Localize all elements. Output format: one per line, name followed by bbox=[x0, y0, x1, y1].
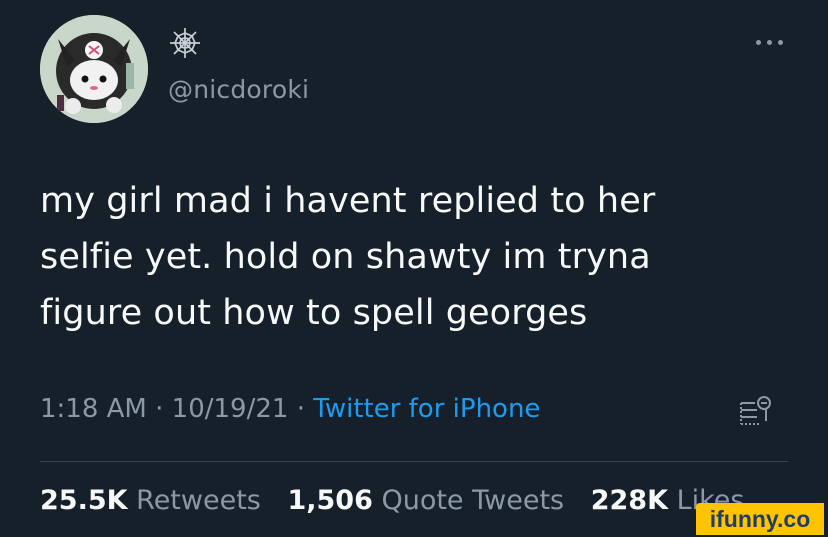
more-dot bbox=[766, 39, 772, 45]
retweets-label: Retweets bbox=[136, 485, 261, 516]
more-options-icon[interactable] bbox=[752, 35, 786, 49]
tweet-card: @nicdoroki my girl mad i havent replied … bbox=[0, 0, 828, 537]
avatar-image bbox=[40, 15, 148, 123]
tweet-stats: 25.5K Retweets 1,506 Quote Tweets 228K L… bbox=[40, 485, 763, 516]
username-handle[interactable]: @nicdoroki bbox=[168, 75, 309, 104]
tweet-date[interactable]: 10/19/21 bbox=[172, 394, 289, 424]
quote-tweets-label: Quote Tweets bbox=[381, 485, 565, 516]
likes-count: 228K bbox=[590, 485, 668, 516]
retweets-count: 25.5K bbox=[40, 485, 128, 516]
quote-tweets-count: 1,506 bbox=[287, 485, 373, 516]
analytics-icon[interactable] bbox=[737, 393, 775, 431]
more-dot bbox=[755, 39, 761, 45]
tweet-meta: 1:18 AM · 10/19/21 · Twitter for iPhone bbox=[40, 394, 540, 424]
spider-web-icon bbox=[168, 26, 202, 60]
tweet-time[interactable]: 1:18 AM bbox=[40, 394, 147, 424]
meta-separator: · bbox=[296, 394, 305, 424]
avatar[interactable] bbox=[40, 15, 148, 123]
meta-separator: · bbox=[155, 394, 164, 424]
tweet-text: my girl mad i havent replied to her self… bbox=[40, 181, 656, 333]
stats-divider bbox=[40, 461, 788, 462]
more-dot bbox=[777, 39, 783, 45]
retweets-stat[interactable]: 25.5K Retweets bbox=[40, 485, 269, 516]
quote-tweets-stat[interactable]: 1,506 Quote Tweets bbox=[287, 485, 572, 516]
tweet-source-link[interactable]: Twitter for iPhone bbox=[313, 394, 540, 424]
ifunny-watermark: ifunny.co bbox=[696, 503, 824, 535]
